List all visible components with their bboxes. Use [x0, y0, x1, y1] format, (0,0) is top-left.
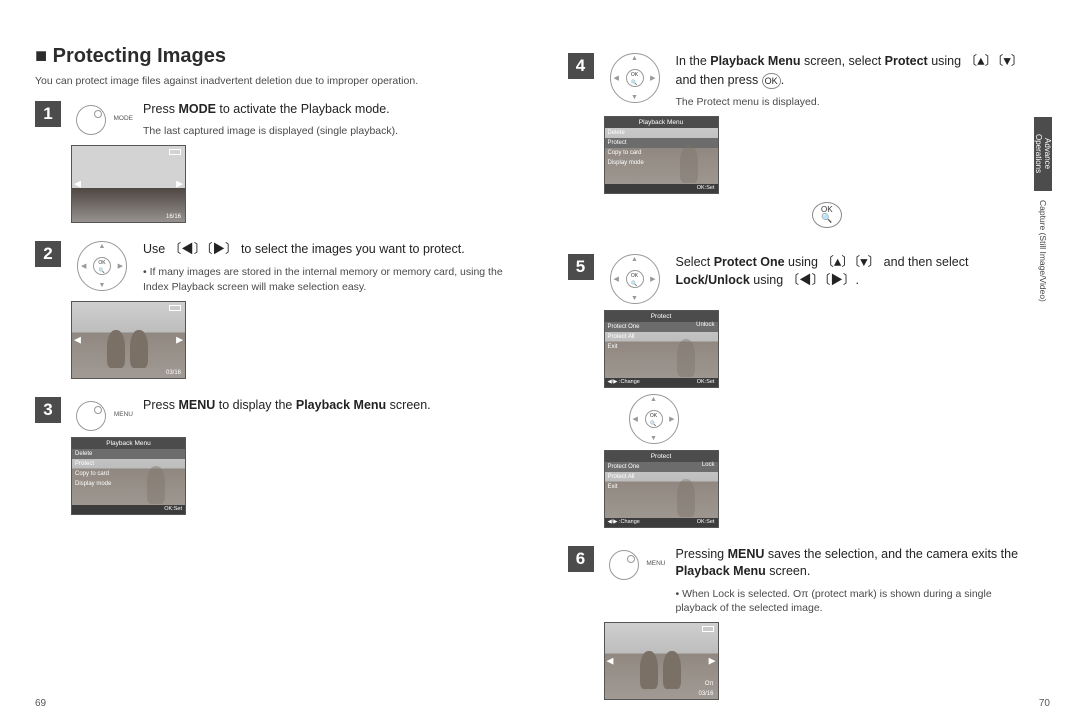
step-instruction: Press MODE to activate the Playback mode…	[143, 101, 518, 119]
menu-button-illustration: MENU	[71, 397, 133, 431]
step-note: The Protect menu is displayed.	[676, 95, 1031, 110]
menu-button-illustration: MENU	[604, 546, 666, 580]
step-note: If many images are stored in the interna…	[143, 265, 518, 294]
step-number: 3	[35, 397, 61, 423]
ok-button-illustration: OK🔍	[812, 202, 842, 228]
menu-button-icon	[76, 401, 106, 431]
lcd-protect-menu-lock: Protect Protect One Lock Protect All Exi…	[604, 450, 719, 528]
step-1: 1 MODE Press MODE to activate the Playba…	[35, 101, 518, 223]
protect-mark-icon: Oπ	[793, 588, 808, 600]
page-number-right: 70	[1039, 698, 1050, 709]
side-tab: Advance Operations	[1034, 117, 1052, 191]
step-2: 2 ▲▼ ◀▶ OK🔍 Use 〔◀〕〔▶〕 to select the ima…	[35, 241, 518, 379]
side-section-label: Capture (Still Image/Video)	[1038, 200, 1048, 302]
menu-button-icon	[609, 550, 639, 580]
directional-pad-illustration: ▲▼ ◀▶ OK🔍	[71, 241, 133, 291]
lcd-playback-menu: Playback Menu Delete Protect Copy to car…	[71, 437, 186, 515]
step-number: 5	[568, 254, 594, 280]
step-instruction: Pressing MENU saves the selection, and t…	[676, 546, 1031, 581]
step-instruction: Use 〔◀〕〔▶〕 to select the images you want…	[143, 241, 518, 260]
lcd-playback-menu-protect: Playback Menu Delete Protect Copy to car…	[604, 116, 719, 194]
directional-pad-illustration-2: ▲▼ ◀▶ OK🔍	[604, 394, 666, 444]
lcd-preview-playback: ◀▶ 03/16	[71, 301, 186, 379]
step-number: 4	[568, 53, 594, 79]
step-note: When Lock is selected. Oπ (protect mark)…	[676, 587, 1031, 616]
step-instruction: Select Protect One using 〔▲〕〔▼〕 and then…	[676, 254, 1031, 291]
intro-text: You can protect image files against inad…	[35, 74, 518, 89]
ok-button-inline-icon: OK	[762, 73, 781, 90]
step-instruction: Press MENU to display the Playback Menu …	[143, 397, 518, 415]
step-note: The last captured image is displayed (si…	[143, 124, 518, 139]
step-number: 6	[568, 546, 594, 572]
lcd-preview-landscape: ◀▶ 16/16	[71, 145, 186, 223]
step-4: 4 ▲▼ ◀▶ OK🔍 In the Playback Menu screen,…	[568, 53, 1051, 236]
page-title: Protecting Images	[35, 45, 518, 68]
directional-pad-illustration: ▲▼ ◀▶ OK🔍	[604, 254, 666, 304]
page-left: Protecting Images You can protect image …	[35, 45, 518, 718]
page-right: Advance Operations Capture (Still Image/…	[568, 45, 1051, 718]
step-5: 5 ▲▼ ◀▶ OK🔍 Select Protect One using 〔▲〕…	[568, 254, 1051, 528]
lcd-protect-menu-unlock: Protect Protect One Unlock Protect All E…	[604, 310, 719, 388]
page-number-left: 69	[35, 698, 46, 709]
directional-pad-illustration: ▲▼ ◀▶ OK🔍	[604, 53, 666, 103]
step-number: 1	[35, 101, 61, 127]
mode-button-icon	[76, 105, 106, 135]
protect-mark-icon: Oπ	[705, 681, 714, 687]
step-6: 6 MENU Pressing MENU saves the selection…	[568, 546, 1051, 700]
step-number: 2	[35, 241, 61, 267]
step-instruction: In the Playback Menu screen, select Prot…	[676, 53, 1031, 89]
step-3: 3 MENU Press MENU to display the Playbac…	[35, 397, 518, 515]
lcd-protected-image: ◀▶ Oπ 03/16	[604, 622, 719, 700]
mode-button-illustration: MODE	[71, 101, 133, 135]
